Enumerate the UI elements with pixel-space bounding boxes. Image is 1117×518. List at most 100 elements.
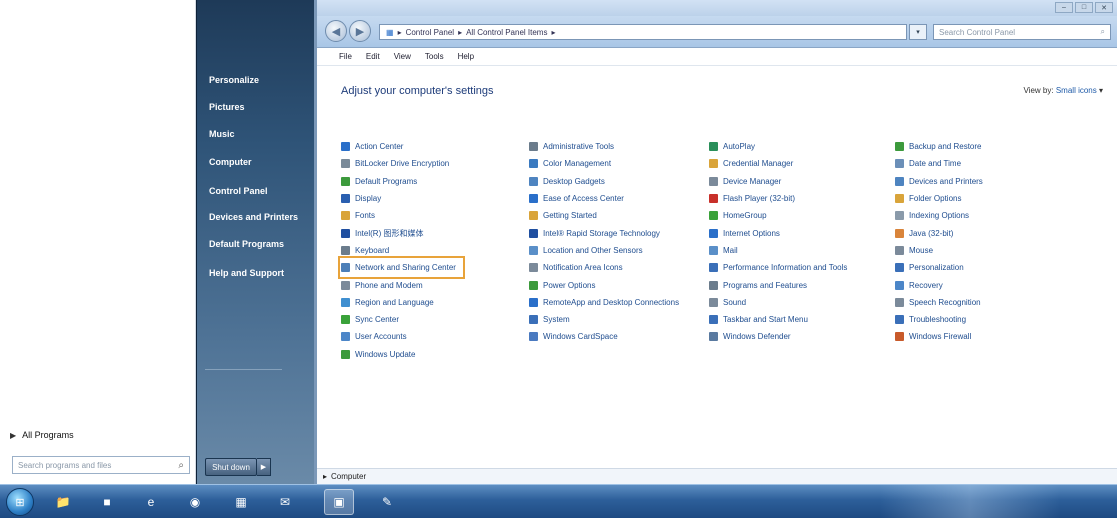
menu-item-view[interactable]: View [394,52,411,61]
control-panel-item-icon [341,315,350,325]
start-search-input[interactable]: Search programs and files ⌕ [12,456,190,474]
breadcrumb-all-items[interactable]: All Control Panel Items [466,28,547,37]
control-panel-item[interactable]: Ease of Access Center [529,190,679,207]
taskbar-app-button[interactable]: ◉ [180,489,210,515]
control-panel-item-icon [895,332,904,342]
control-panel-item[interactable]: Devices and Printers [895,173,983,190]
control-panel-item[interactable]: Programs and Features [709,276,847,293]
maximize-icon[interactable]: □ [1075,2,1093,13]
windows-logo-icon: ⊞ [15,496,25,509]
minimize-icon[interactable]: – [1055,2,1073,13]
control-panel-item[interactable]: Intel(R) 图形和媒体 [341,224,462,241]
menu-item-tools[interactable]: Tools [425,52,444,61]
control-panel-item[interactable]: Windows CardSpace [529,328,679,345]
control-panel-item[interactable]: RemoteApp and Desktop Connections [529,294,679,311]
control-panel-item-label: Sync Center [355,315,400,325]
control-panel-item[interactable]: Getting Started [529,207,679,224]
control-panel-item[interactable]: Fonts [341,207,462,224]
control-panel-item[interactable]: Phone and Modem [341,276,462,293]
control-panel-item[interactable]: Internet Options [709,224,847,241]
control-panel-item[interactable]: Action Center [341,138,462,155]
control-panel-item[interactable]: User Accounts [341,328,462,345]
control-panel-item[interactable]: Windows Firewall [895,328,983,345]
control-panel-item[interactable]: Sync Center [341,311,462,328]
taskbar-app-button[interactable]: ✉ [270,489,300,515]
page-title: Adjust your computer's settings [341,85,494,97]
control-panel-item[interactable]: Windows Defender [709,328,847,345]
control-panel-item[interactable]: AutoPlay [709,138,847,155]
control-panel-item[interactable]: Windows Update [341,346,462,363]
control-panel-item[interactable]: Mail [709,242,847,259]
control-panel-item-label: Intel(R) 图形和媒体 [355,228,424,238]
menu-item-file[interactable]: File [339,52,352,61]
taskbar-app-button[interactable]: ▦ [226,489,256,515]
view-by-value[interactable]: Small icons [1056,86,1097,95]
control-panel-item[interactable]: Speech Recognition [895,294,983,311]
control-panel-item[interactable]: Device Manager [709,173,847,190]
start-menu-item[interactable]: Pictures [209,102,245,112]
control-panel-item[interactable]: Personalization [895,259,983,276]
control-panel-item[interactable]: Power Options [529,276,679,293]
shutdown-button[interactable]: Shut down [205,458,257,476]
start-button[interactable]: ⊞ [6,488,34,516]
control-panel-item[interactable]: Administrative Tools [529,138,679,155]
control-panel-item-icon [895,315,904,325]
control-panel-item[interactable]: Java (32-bit) [895,224,983,241]
start-menu-item[interactable]: Help and Support [209,268,284,278]
menu-item-edit[interactable]: Edit [366,52,380,61]
window-controls: – □ ✕ [1055,2,1113,13]
control-panel-item-icon [895,159,904,169]
taskbar-app-button[interactable]: ▣ [324,489,354,515]
taskbar-app-button[interactable]: ■ [92,489,122,515]
control-panel-item-icon [895,297,904,307]
control-panel-item[interactable]: Notification Area Icons [529,259,679,276]
control-panel-item[interactable]: Troubleshooting [895,311,983,328]
close-icon[interactable]: ✕ [1095,2,1113,13]
menu-item-help[interactable]: Help [458,52,474,61]
start-menu-item[interactable]: Personalize [209,75,259,85]
taskbar-app-button[interactable]: ✎ [372,489,402,515]
control-panel-search-input[interactable]: Search Control Panel ⌕ [933,24,1111,40]
control-panel-item[interactable]: Display [341,190,462,207]
start-menu-item[interactable]: Devices and Printers [209,212,298,222]
control-panel-item[interactable]: Keyboard [341,242,462,259]
control-panel-item[interactable]: Backup and Restore [895,138,983,155]
shutdown-options-button[interactable]: ▶ [257,458,271,476]
control-panel-item[interactable]: BitLocker Drive Encryption [341,155,462,172]
control-panel-item[interactable]: Flash Player (32-bit) [709,190,847,207]
control-panel-item[interactable]: Intel® Rapid Storage Technology [529,224,679,241]
control-panel-item[interactable]: Desktop Gadgets [529,173,679,190]
address-dropdown-button[interactable]: ▾ [909,24,927,40]
control-panel-item[interactable]: Folder Options [895,190,983,207]
control-panel-item[interactable]: Date and Time [895,155,983,172]
control-panel-item[interactable]: Network and Sharing Center [338,256,465,280]
breadcrumb-control-panel[interactable]: Control Panel [406,28,454,37]
control-panel-item[interactable]: Performance Information and Tools [709,259,847,276]
control-panel-item-icon [341,263,350,273]
control-panel-item[interactable]: Color Management [529,155,679,172]
control-panel-item[interactable]: Taskbar and Start Menu [709,311,847,328]
control-panel-item[interactable]: HomeGroup [709,207,847,224]
start-menu-item[interactable]: Music [209,129,235,139]
control-panel-item[interactable]: Credential Manager [709,155,847,172]
control-panel-item[interactable]: Indexing Options [895,207,983,224]
forward-button[interactable]: ▶ [349,20,371,42]
control-panel-item[interactable]: Recovery [895,276,983,293]
control-panel-item[interactable]: Region and Language [341,294,462,311]
back-button[interactable]: ◀ [325,20,347,42]
start-menu-item[interactable]: Computer [209,157,252,167]
view-by-control[interactable]: View by: Small icons ▾ [1024,86,1103,95]
control-panel-item[interactable]: Sound [709,294,847,311]
start-menu-item[interactable]: Default Programs [209,239,284,249]
start-menu-item[interactable]: Control Panel [209,186,268,196]
all-programs-button[interactable]: ▶ All Programs [10,430,74,440]
control-panel-item[interactable]: System [529,311,679,328]
address-bar[interactable]: ▦ ▸ Control Panel ▸ All Control Panel It… [379,24,907,40]
control-panel-item-icon [341,176,350,186]
control-panel-item[interactable]: Mouse [895,242,983,259]
control-panel-item[interactable]: Default Programs [341,173,462,190]
control-panel-item[interactable]: Location and Other Sensors [529,242,679,259]
taskbar-app-button[interactable]: e [136,489,166,515]
taskbar-app-button[interactable]: 📁 [48,489,78,515]
control-panel-item-label: Flash Player (32-bit) [723,194,796,204]
